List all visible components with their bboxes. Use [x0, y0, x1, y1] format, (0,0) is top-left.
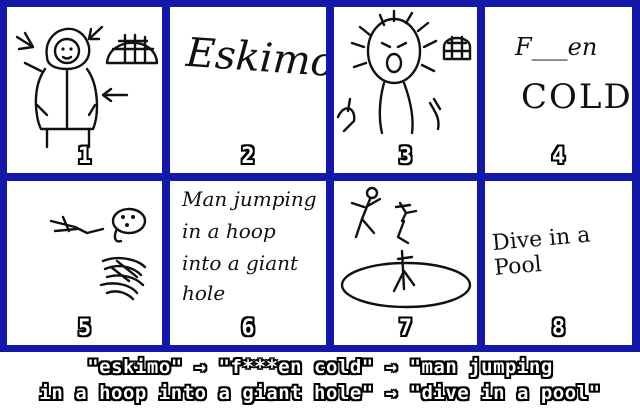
caption-line-2: in a hoop into a giant hole" → "dive in …	[39, 382, 601, 404]
panel-2[interactable]: Eskimo 2	[170, 7, 326, 173]
panel-6[interactable]: Man jumping in a hoop into a giant hole …	[170, 181, 326, 345]
panel-8[interactable]: Dive in a Pool 8	[485, 181, 632, 345]
panel-number: 6	[241, 316, 255, 341]
guess-text: Dive in a Pool	[491, 222, 592, 281]
guess-line-1: Man jumping	[182, 187, 317, 211]
panel-7[interactable]: 7	[334, 181, 477, 345]
guess-line-3: into a giant	[182, 251, 299, 275]
panel-3[interactable]: 3	[334, 7, 477, 173]
panel-number: 5	[77, 316, 92, 341]
guess-text-top: F___en	[515, 33, 598, 61]
panel-number: 1	[77, 144, 92, 169]
panel-5[interactable]: 5	[7, 181, 162, 345]
panel-number: 4	[551, 144, 566, 169]
panel-number: 7	[398, 316, 413, 341]
guess-line-2: in a hoop	[182, 219, 276, 243]
panel-1[interactable]: 1	[7, 7, 162, 173]
guess-text-bottom: COLD	[521, 77, 632, 117]
guess-text: Eskimo	[184, 29, 326, 87]
game-board: 1 Eskimo 2 3 F___en COLD 4 5 Man jumping…	[0, 0, 640, 352]
panel-number: 8	[551, 316, 566, 341]
guess-line-4: hole	[182, 281, 226, 305]
panel-number: 2	[241, 144, 255, 169]
panel-number: 3	[398, 144, 413, 169]
caption-line-1: "eskimo" → "f***en cold" → "man jumping	[87, 356, 553, 378]
panel-4[interactable]: F___en COLD 4	[485, 7, 632, 173]
